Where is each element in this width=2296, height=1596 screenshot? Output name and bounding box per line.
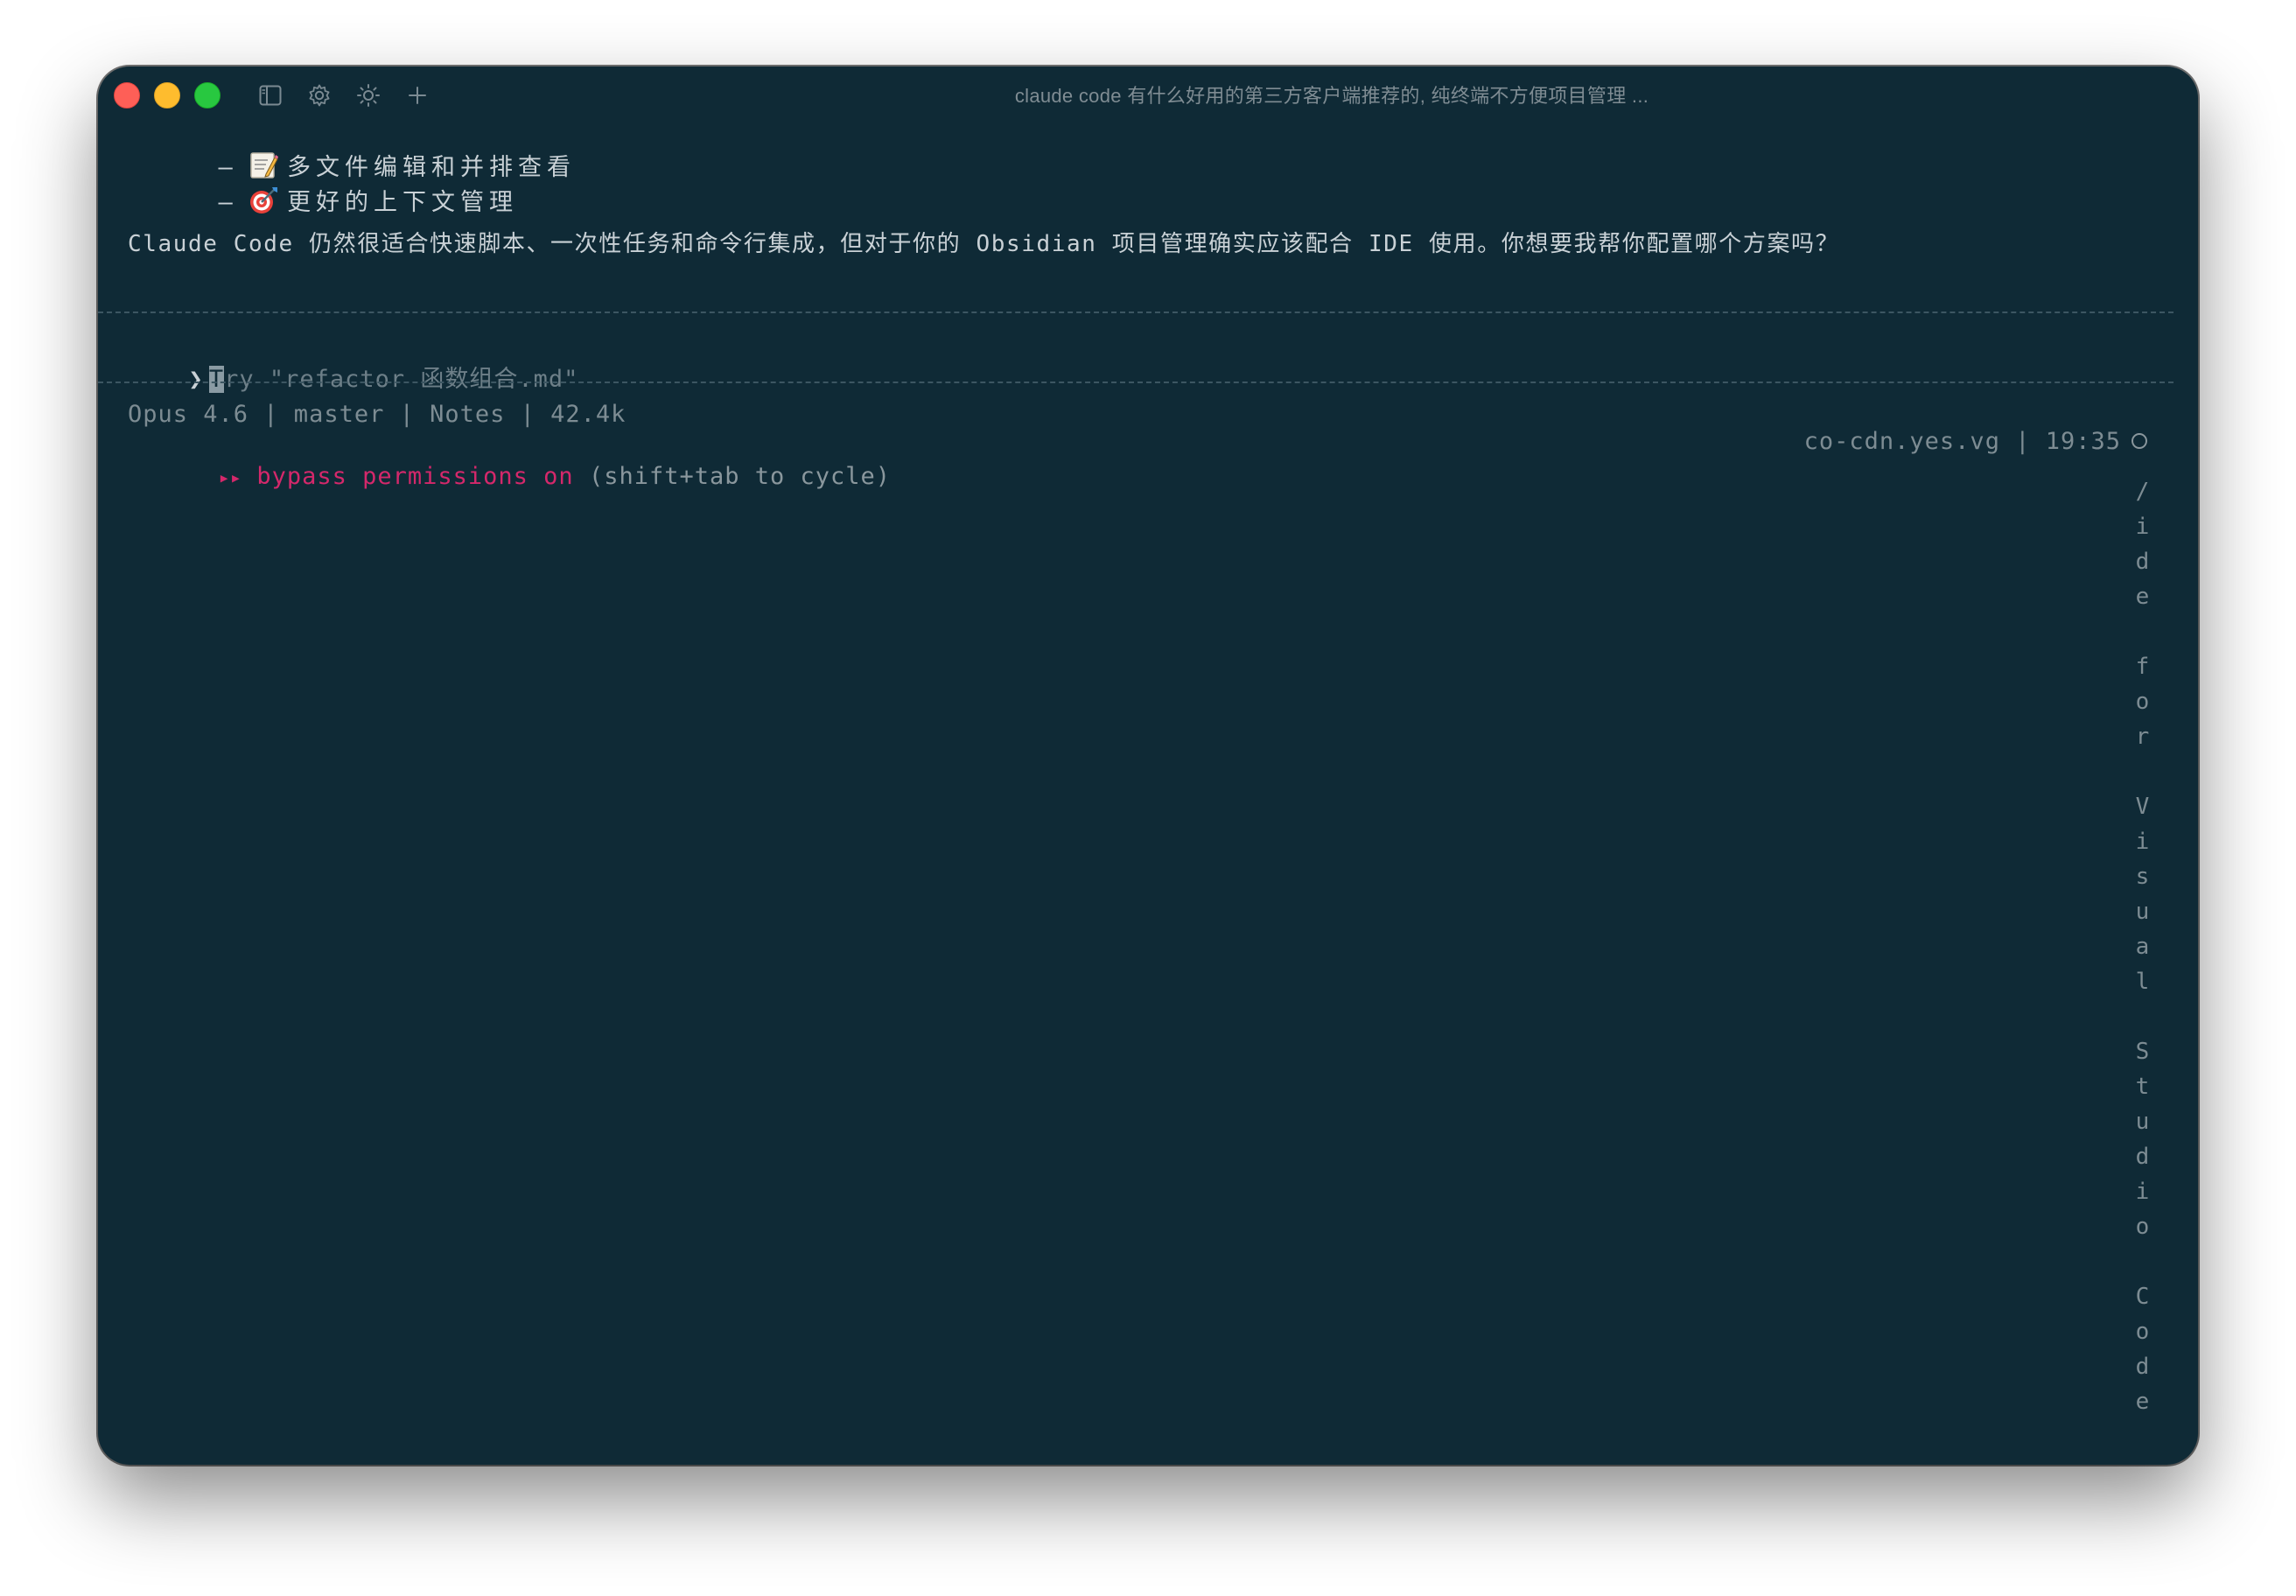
prompt-input-placeholder[interactable]: ry "refactor 函数组合.md" <box>224 366 578 393</box>
ide-hint-char: r <box>2135 724 2151 750</box>
ide-hint-char: t <box>2135 1074 2151 1100</box>
ide-hint-char: l <box>2135 969 2151 995</box>
ide-hint-char: d <box>2135 549 2151 575</box>
ide-hint-char <box>2130 754 2156 789</box>
ide-hint-char: C <box>2135 1284 2151 1310</box>
ide-hint-char: s <box>2135 864 2151 890</box>
ide-hint-char: e <box>2135 1389 2151 1415</box>
bypass-hint: (shift+tab to cycle) <box>588 463 892 490</box>
ide-hint-char: V <box>2135 794 2151 820</box>
ide-hint-char: i <box>2135 514 2151 540</box>
output-paragraph: Claude Code 仍然很适合快速脚本、一次性任务和命令行集成，但对于你的 … <box>128 231 1840 257</box>
bypass-permissions-label: bypass permissions on <box>256 463 574 490</box>
ide-hint-char: e <box>2135 584 2151 610</box>
bullet-text: 更好的上下文管理 <box>287 189 519 216</box>
ide-hint-char: u <box>2135 1109 2151 1135</box>
input-separator-top <box>98 312 2174 313</box>
ide-hint-char: i <box>2135 1179 2151 1205</box>
input-separator-bottom <box>98 382 2174 383</box>
statusline-right-text: co-cdn.yes.vg | 19:35 <box>1803 428 2121 455</box>
ide-hint-char: a <box>2135 934 2151 960</box>
terminal-window: claude code 有什么好用的第三方客户端推荐的, 纯终端不方便项目管理 … <box>98 66 2198 1465</box>
statusline-right: co-cdn.yes.vg | 19:35 <box>1713 401 2147 482</box>
prompt-caret: ❯ <box>188 366 204 393</box>
statusline-left: Opus 4.6 | master | Notes | 42.4k <box>128 401 626 428</box>
ide-hint-char: o <box>2135 689 2151 715</box>
terminal-content: – 多文件编辑和并排查看 – 更好的上下文管理 Claude Code 仍然很适… <box>98 66 2198 1465</box>
ide-hint-char: f <box>2135 654 2151 680</box>
bypass-arrows-icon: ▸▸ <box>218 467 242 489</box>
bullet-dash: – <box>218 189 249 216</box>
ide-hint-char <box>2130 1244 2156 1279</box>
ide-hint-char <box>2130 999 2156 1034</box>
ide-hint-char: i <box>2135 829 2151 855</box>
ide-hint-char: S <box>2135 1039 2151 1065</box>
mode-line: ▸▸ bypass permissions on (shift+tab to c… <box>128 436 891 517</box>
ide-hint-char: / <box>2135 479 2151 505</box>
ide-hint-char <box>2130 614 2156 649</box>
ide-hint-char: o <box>2135 1319 2151 1345</box>
ide-hint-char: o <box>2135 1214 2151 1240</box>
ide-hint-char: u <box>2135 899 2151 925</box>
status-circle-icon <box>2132 433 2147 449</box>
ide-hint-vertical[interactable]: / i d e for Visual Studio Code <box>2130 474 2156 1419</box>
text-cursor: T <box>208 366 225 393</box>
target-icon <box>248 186 278 215</box>
ide-hint-char: d <box>2135 1354 2151 1380</box>
ide-hint-char: d <box>2135 1144 2151 1170</box>
